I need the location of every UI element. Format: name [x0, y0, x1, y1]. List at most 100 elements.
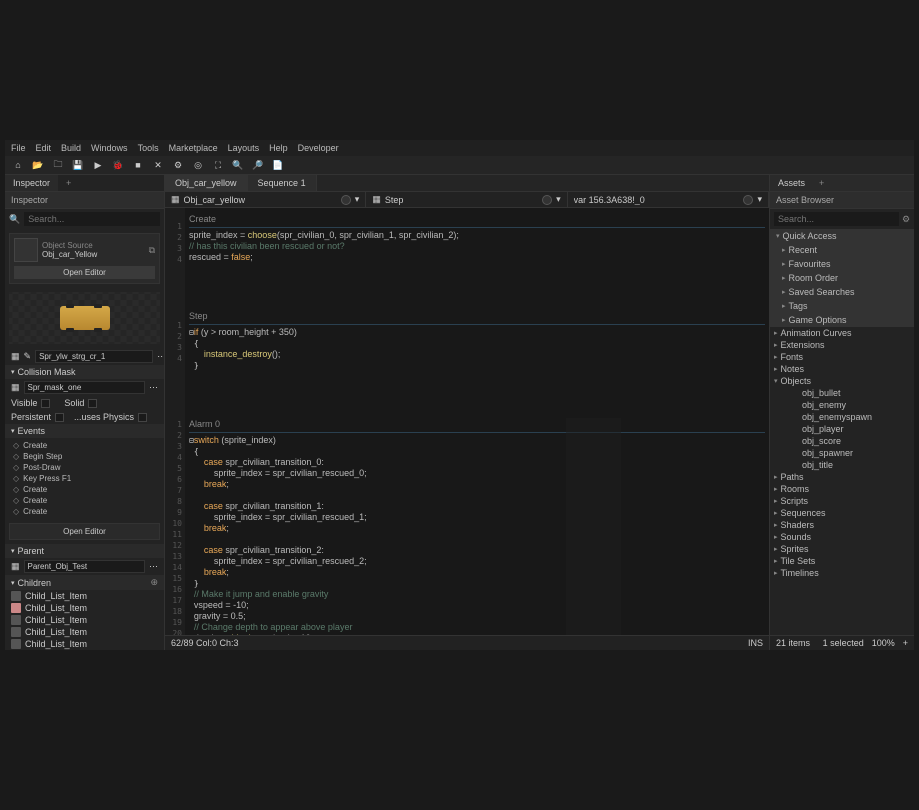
tree-folder[interactable]: Sprites	[770, 543, 914, 555]
parent-icon[interactable]: ▦	[11, 561, 20, 572]
tree-folder[interactable]: Extensions	[770, 339, 914, 351]
gear-icon[interactable]: ⚙	[902, 214, 910, 225]
tree-object-item[interactable]: obj_player	[770, 423, 914, 435]
menu-tools[interactable]: Tools	[138, 143, 159, 153]
tab-obj-car-yellow[interactable]: Obj_car_yellow	[165, 175, 248, 191]
assets-tab[interactable]: Assets	[770, 175, 813, 191]
menu-developer[interactable]: Developer	[298, 143, 339, 153]
tab-sequence[interactable]: Sequence 1	[248, 175, 317, 191]
menu-build[interactable]: Build	[61, 143, 81, 153]
expand-icon[interactable]: ⛶	[211, 159, 225, 171]
tree-object-item[interactable]: obj_title	[770, 459, 914, 471]
tree-folder[interactable]: Paths	[770, 471, 914, 483]
asset-search-input[interactable]	[774, 212, 899, 226]
save-icon[interactable]: 💾	[71, 159, 85, 171]
tree-qa-item[interactable]: Favourites	[770, 257, 914, 271]
menu-layouts[interactable]: Layouts	[228, 143, 260, 153]
tree-folder[interactable]: Sounds	[770, 531, 914, 543]
events-section[interactable]: Events	[5, 424, 164, 438]
gear-icon[interactable]: ⚙	[171, 159, 185, 171]
open-icon[interactable]: 📂	[31, 159, 45, 171]
child-item[interactable]: Child_List_Item	[5, 590, 164, 602]
tree-qa-item[interactable]: Tags	[770, 299, 914, 313]
sprite-picker-icon[interactable]: ▦	[11, 351, 20, 362]
tree-folder[interactable]: Scripts	[770, 495, 914, 507]
child-item[interactable]: Child_List_Item	[5, 638, 164, 650]
collision-mask-section[interactable]: Collision Mask	[5, 365, 164, 379]
event-item[interactable]: Create	[5, 495, 164, 506]
minimap[interactable]	[566, 418, 621, 635]
tree-folder[interactable]: Tile Sets	[770, 555, 914, 567]
tree-object-item[interactable]: obj_enemy	[770, 399, 914, 411]
visible-checkbox[interactable]	[41, 399, 50, 408]
add-child-icon[interactable]: ⊕	[150, 577, 158, 588]
tree-objects-folder[interactable]: Objects	[770, 375, 914, 387]
children-section[interactable]: Children⊕	[5, 575, 164, 590]
tree-folder[interactable]: Rooms	[770, 483, 914, 495]
tree-qa-item[interactable]: Saved Searches	[770, 285, 914, 299]
tree-folder[interactable]: Fonts	[770, 351, 914, 363]
header-event[interactable]: Step	[385, 195, 404, 205]
tree-qa-item[interactable]: Game Options	[770, 313, 914, 327]
tree-qa-item[interactable]: Room Order	[770, 271, 914, 285]
inspector-search-input[interactable]	[24, 212, 160, 226]
mask-field[interactable]	[24, 381, 145, 394]
event-item[interactable]: Create	[5, 506, 164, 517]
code-text[interactable]: Createsprite_index = choose(spr_civilian…	[185, 208, 769, 635]
link-icon[interactable]: ⧉	[149, 245, 155, 256]
tree-object-item[interactable]: obj_enemyspawn	[770, 411, 914, 423]
tree-object-item[interactable]: obj_score	[770, 435, 914, 447]
add-icon[interactable]: +	[903, 638, 908, 648]
event-item[interactable]: Create	[5, 484, 164, 495]
chevron-down-icon[interactable]: ▾	[355, 194, 360, 205]
tree-folder[interactable]: Timelines	[770, 567, 914, 579]
child-item[interactable]: Child_List_Item	[5, 614, 164, 626]
filter-icon[interactable]: ▼	[913, 214, 914, 224]
tree-object-item[interactable]: obj_spawner	[770, 447, 914, 459]
edit-sprite-icon[interactable]: ✎	[24, 351, 32, 362]
event-item[interactable]: Post-Draw	[5, 462, 164, 473]
menu-windows[interactable]: Windows	[91, 143, 128, 153]
docs-icon[interactable]: 📄	[271, 159, 285, 171]
event-item[interactable]: Begin Step	[5, 451, 164, 462]
event-item[interactable]: Create	[5, 440, 164, 451]
mask-picker-icon[interactable]: ▦	[11, 382, 20, 393]
inspector-tab[interactable]: Inspector	[5, 175, 58, 191]
menu-marketplace[interactable]: Marketplace	[169, 143, 218, 153]
target-icon[interactable]: ◎	[191, 159, 205, 171]
more-icon[interactable]: ⋯	[157, 351, 165, 362]
physics-checkbox[interactable]	[138, 413, 147, 422]
menu-file[interactable]: File	[11, 143, 26, 153]
more-icon[interactable]: ⋯	[149, 561, 158, 572]
parent-section[interactable]: Parent	[5, 544, 164, 558]
stop-icon[interactable]: ■	[131, 159, 145, 171]
tree-object-item[interactable]: obj_bullet	[770, 387, 914, 399]
tree-folder[interactable]: Animation Curves	[770, 327, 914, 339]
tree-folder[interactable]: Notes	[770, 363, 914, 375]
event-item[interactable]: Key Press F1	[5, 473, 164, 484]
zoom-in-icon[interactable]: 🔍	[231, 159, 245, 171]
tree-quick-access[interactable]: Quick Access	[770, 229, 914, 243]
folder-icon[interactable]: 🗀	[51, 159, 65, 171]
chevron-down-icon[interactable]: ▾	[757, 194, 762, 205]
open-editor-wide-button[interactable]: Open Editor	[9, 523, 160, 540]
open-editor-button[interactable]: Open Editor	[14, 266, 155, 279]
tree-folder[interactable]: Shaders	[770, 519, 914, 531]
add-asset-tab-icon[interactable]: +	[813, 175, 830, 191]
child-item[interactable]: Child_List_Item	[5, 626, 164, 638]
menu-help[interactable]: Help	[269, 143, 288, 153]
run-icon[interactable]: ▶	[91, 159, 105, 171]
zoom-out-icon[interactable]: 🔎	[251, 159, 265, 171]
tree-qa-item[interactable]: Recent	[770, 243, 914, 257]
home-icon[interactable]: ⌂	[11, 159, 25, 171]
header-object[interactable]: Obj_car_yellow	[184, 195, 246, 205]
solid-checkbox[interactable]	[88, 399, 97, 408]
debug-icon[interactable]: 🐞	[111, 159, 125, 171]
tree-folder[interactable]: Sequences	[770, 507, 914, 519]
clean-icon[interactable]: ✕	[151, 159, 165, 171]
child-item[interactable]: Child_List_Item	[5, 602, 164, 614]
menu-edit[interactable]: Edit	[36, 143, 52, 153]
header-var[interactable]: var 156.3A638!_0	[574, 195, 645, 205]
persistent-checkbox[interactable]	[55, 413, 64, 422]
add-tab-icon[interactable]: +	[58, 175, 79, 191]
